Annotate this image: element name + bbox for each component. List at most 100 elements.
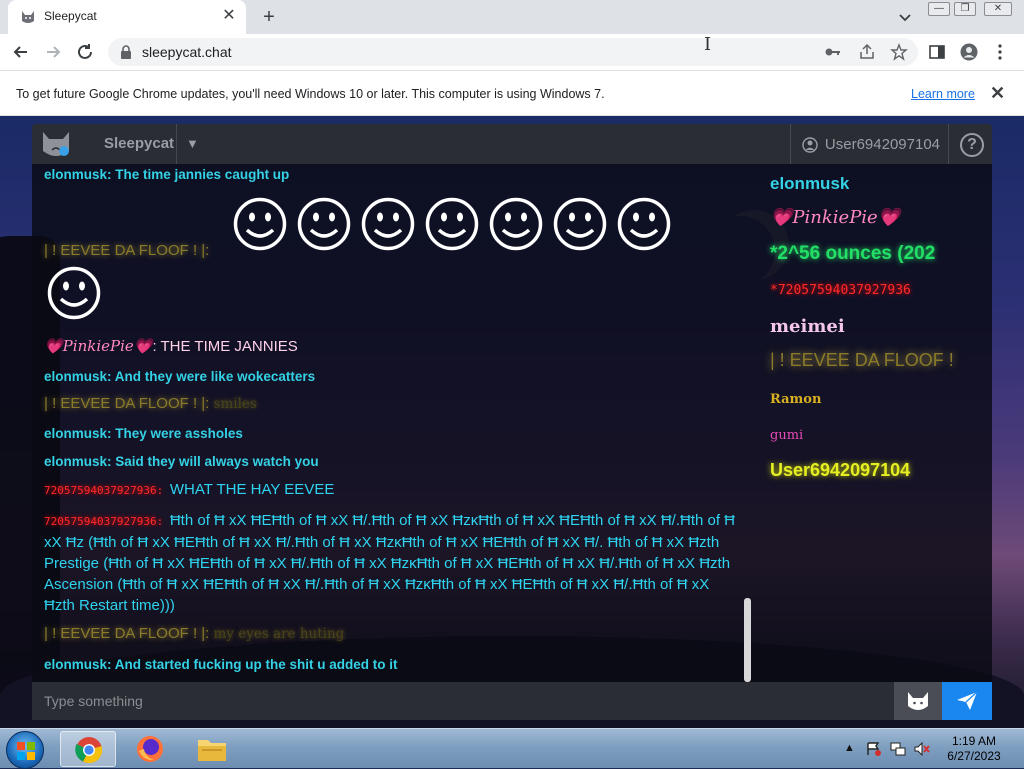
text-cursor-icon: I: [704, 34, 712, 55]
cat-favicon-icon: [22, 11, 34, 23]
message-separator: :: [205, 625, 214, 642]
message-separator: :: [107, 369, 115, 384]
message-author[interactable]: elonmusk: [44, 369, 107, 384]
send-button[interactable]: [942, 682, 992, 720]
bookmark-star-icon[interactable]: [890, 43, 908, 61]
chat-message: | ! EEVEE DA FLOOF ! |:: [44, 240, 744, 262]
back-arrow-icon[interactable]: [10, 41, 32, 63]
reload-icon[interactable]: [74, 41, 96, 63]
message-author[interactable]: | ! EEVEE DA FLOOF ! |: [44, 242, 205, 259]
restore-button[interactable]: ❐: [954, 2, 976, 16]
message-separator: :: [156, 515, 170, 528]
tab-sleepycat[interactable]: Sleepycat ✕: [8, 0, 246, 34]
tab-title: Sleepycat: [44, 9, 97, 23]
volume-muted-icon[interactable]: [914, 742, 930, 756]
side-panel-icon[interactable]: [928, 43, 946, 61]
url-text: sleepycat.chat: [142, 44, 232, 60]
message-text: And started fucking up the shit u added …: [114, 657, 398, 672]
user-list-item-ramon[interactable]: Ramon: [770, 392, 821, 407]
header-divider: [948, 124, 949, 164]
message-text: WHAT THE HAY EEVEE: [169, 481, 335, 498]
user-list-item-ounces[interactable]: *2^56 ounces (202: [770, 243, 935, 265]
message-list[interactable]: elonmusk: The time jannies caught up | !…: [32, 164, 752, 682]
show-hidden-icons-chevron-icon[interactable]: ▲: [844, 742, 860, 756]
profile-avatar-icon[interactable]: [960, 43, 978, 61]
key-icon[interactable]: [824, 43, 842, 61]
browser-toolbar: sleepycat.chat I: [0, 34, 1024, 70]
close-window-button[interactable]: ✕: [984, 2, 1012, 16]
message-author[interactable]: 72057594037927936: [44, 484, 157, 497]
chat-message: 72057594037927936: Ħth of Ħ xX ĦEĦth of …: [44, 510, 744, 616]
chrome-icon: [75, 737, 103, 764]
app-name[interactable]: Sleepycat: [104, 135, 174, 152]
chat-header: Sleepycat ▼ User6942097104 ?: [32, 124, 992, 164]
cat-face-icon: [908, 692, 928, 710]
message-author[interactable]: | ! EEVEE DA FLOOF ! |: [44, 625, 205, 642]
message-author[interactable]: 💗PinkiePie💗: [44, 337, 152, 355]
message-text: Said they will always watch you: [115, 454, 319, 469]
message-author[interactable]: elonmusk: [44, 657, 107, 672]
chat-message: elonmusk: Said they will always watch yo…: [44, 451, 744, 472]
chat-message: elonmusk: The time jannies caught up: [44, 164, 744, 185]
message-separator: :: [156, 484, 170, 497]
tab-search-chevron-icon[interactable]: [896, 8, 914, 26]
user-list-item-self[interactable]: User6942097104: [770, 460, 910, 481]
message-author[interactable]: elonmusk: [44, 426, 107, 441]
lock-icon[interactable]: [120, 45, 132, 59]
message-separator: :: [205, 395, 214, 412]
user-list-item-meimei[interactable]: meimei: [770, 316, 845, 337]
windows-start-button[interactable]: [6, 731, 44, 769]
message-text: And they were like wokecatters: [114, 369, 316, 384]
sleepycat-logo-icon[interactable]: [40, 129, 72, 159]
clock-date: 6/27/2023: [947, 749, 1001, 763]
network-icon[interactable]: [890, 742, 906, 756]
minimize-button[interactable]: —: [928, 2, 950, 16]
chat-message: elonmusk: They were assholes: [44, 423, 744, 444]
update-infobar: To get future Google Chrome updates, you…: [0, 70, 1024, 116]
user-list-item-gumi[interactable]: gumi: [770, 428, 803, 443]
taskbar-chrome[interactable]: [60, 731, 116, 767]
share-icon[interactable]: [858, 43, 876, 61]
app-menu-chevron-icon[interactable]: ▼: [186, 136, 199, 151]
help-icon[interactable]: ?: [960, 133, 984, 157]
online-user-list: elonmusk 💗PinkiePie💗 *2^56 ounces (202 *…: [762, 164, 992, 682]
system-clock[interactable]: 1:19 AM 6/27/2023: [942, 734, 1006, 764]
forward-arrow-icon[interactable]: [42, 41, 64, 63]
message-input[interactable]: [32, 682, 894, 720]
address-bar[interactable]: sleepycat.chat: [108, 38, 918, 66]
folder-icon: [198, 740, 226, 761]
user-list-item-pinkiepie[interactable]: 💗PinkiePie💗: [770, 207, 900, 228]
paper-plane-send-icon: [957, 691, 978, 710]
message-author[interactable]: elonmusk: [44, 454, 107, 469]
kebab-menu-icon[interactable]: [994, 43, 1006, 61]
windows-logo-icon: [17, 742, 35, 760]
message-text: The time jannies caught up: [115, 167, 290, 182]
clock-time: 1:19 AM: [951, 734, 997, 748]
tab-strip: Sleepycat ✕ + — ❐ ✕: [0, 0, 1024, 34]
firefox-icon: [137, 736, 163, 762]
user-list-item-72057594037927936[interactable]: *72057594037927936: [770, 283, 911, 298]
message-author[interactable]: elonmusk: [44, 167, 107, 182]
infobar-close-icon[interactable]: ✕: [990, 83, 1005, 104]
message-author[interactable]: | ! EEVEE DA FLOOF ! |: [44, 395, 205, 412]
taskbar-firefox[interactable]: [122, 731, 178, 767]
chat-message: | ! EEVEE DA FLOOF ! |: my eyes are huti…: [44, 623, 744, 645]
user-list-item-elonmusk[interactable]: elonmusk: [770, 174, 849, 194]
header-divider: [176, 124, 177, 164]
action-center-flag-icon[interactable]: [866, 742, 882, 756]
taskbar-file-explorer[interactable]: [184, 731, 240, 767]
chat-input-row: [32, 682, 992, 720]
cat-button[interactable]: [894, 682, 942, 720]
message-scrollbar[interactable]: [744, 598, 751, 682]
new-tab-icon[interactable]: +: [258, 6, 280, 28]
user-list-item-eevee[interactable]: | ! EEVEE DA FLOOF !: [770, 350, 954, 371]
message-author[interactable]: 72057594037927936: [44, 515, 157, 528]
current-user-name[interactable]: User6942097104: [790, 136, 940, 153]
chat-message: 💗PinkiePie💗: THE TIME JANNIES: [44, 336, 744, 357]
chat-body: elonmusk: The time jannies caught up | !…: [32, 164, 992, 682]
learn-more-link[interactable]: Learn more: [911, 87, 975, 101]
tab-close-icon[interactable]: ✕: [220, 7, 238, 25]
smiley-face-icon: [47, 266, 101, 320]
windows-taskbar: ▲ 1:19 AM 6/27/2023: [0, 728, 1024, 769]
chat-message: 72057594037927936: WHAT THE HAY EEVEE: [44, 479, 744, 501]
